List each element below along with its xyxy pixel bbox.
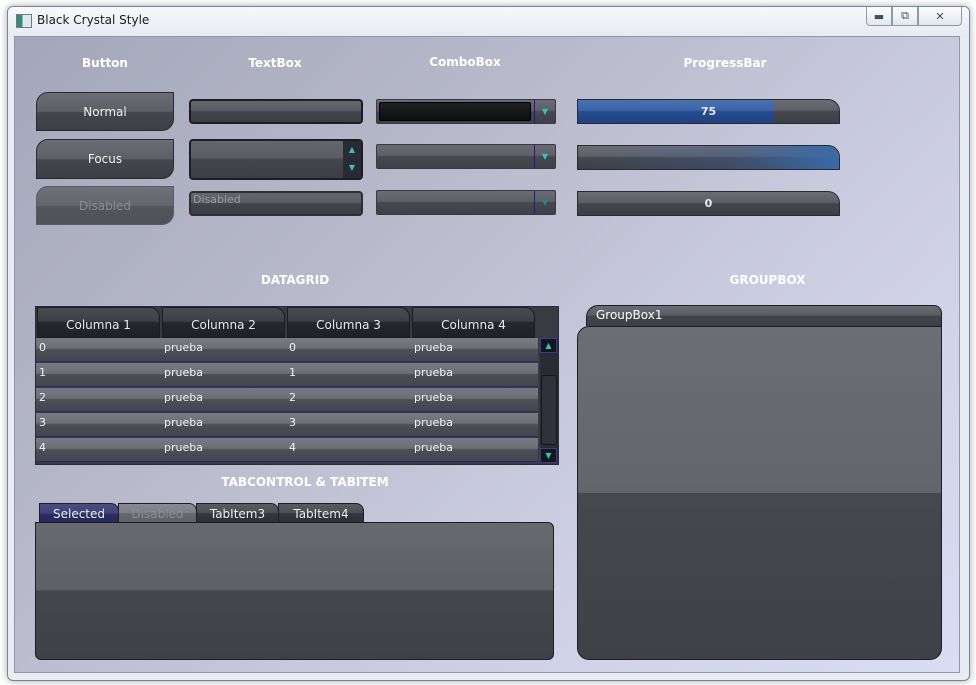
scroll-thumb[interactable] [541, 375, 557, 445]
disabled-textbox: Disabled [189, 191, 363, 216]
table-cell: prueba [414, 441, 453, 454]
groupbox-title: GroupBox1 [596, 308, 663, 322]
table-cell: prueba [414, 366, 453, 379]
minimize-icon: ▬ [873, 9, 885, 23]
spin-up-icon[interactable]: ▲ [343, 141, 361, 159]
table-cell: 2 [39, 391, 46, 404]
column-header[interactable]: Columna 3 [287, 307, 410, 338]
table-row[interactable]: 1 prueba 1 prueba [36, 363, 538, 387]
datagrid-header: DATAGRID [260, 273, 330, 287]
spin-down-icon[interactable]: ▼ [343, 159, 361, 177]
combobox-focused[interactable]: ▼ [376, 99, 556, 124]
disabled-button: Disabled [36, 186, 174, 225]
table-cell: 4 [39, 441, 46, 454]
progressbar-75: 75 [577, 99, 840, 124]
title-bar[interactable]: Black Crystal Style ▬ ⧉ ✕ [8, 7, 969, 37]
normal-button[interactable]: Normal [36, 92, 174, 131]
caption-buttons: ▬ ⧉ ✕ [866, 7, 962, 27]
progress-value-label: 75 [700, 105, 717, 118]
combobox-normal[interactable]: ▼ [376, 144, 556, 169]
close-icon: ✕ [935, 9, 945, 23]
chevron-down-icon[interactable]: ▼ [534, 145, 555, 168]
datagrid: Columna 1 Columna 2 Columna 3 Columna 4 … [35, 306, 559, 465]
table-cell: prueba [164, 391, 203, 404]
tab-tabitem4[interactable]: TabItem4 [278, 503, 364, 523]
progressbar-zero: 0 [577, 191, 840, 216]
vertical-scrollbar[interactable]: ▲ ▼ [540, 338, 558, 463]
table-cell: 3 [289, 416, 296, 429]
table-cell: prueba [414, 416, 453, 429]
table-row[interactable]: 0 prueba 0 prueba [36, 338, 538, 362]
window-title: Black Crystal Style [37, 13, 150, 27]
groupbox-title-bar: GroupBox1 [586, 305, 942, 326]
scroll-up-icon[interactable]: ▲ [540, 338, 557, 353]
groupbox-body [577, 326, 942, 660]
table-cell: 3 [39, 416, 46, 429]
maximize-button[interactable]: ⧉ [892, 7, 918, 26]
column-header[interactable]: Columna 1 [37, 307, 160, 338]
maximize-icon: ⧉ [901, 9, 909, 22]
textbox-header: TextBox [248, 56, 302, 70]
table-cell: 0 [39, 341, 46, 354]
chevron-down-icon: ▼ [534, 191, 555, 214]
table-cell: 4 [289, 441, 296, 454]
table-cell: 1 [289, 366, 296, 379]
column-header[interactable]: Columna 2 [162, 307, 285, 338]
table-cell: prueba [414, 391, 453, 404]
progress-value-label: 0 [704, 197, 713, 210]
combobox-disabled: ▼ [376, 190, 556, 215]
table-row[interactable]: 3 prueba 3 prueba [36, 413, 538, 437]
client-area: Button TextBox ComboBox ProgressBar Norm… [14, 36, 960, 673]
tab-tabitem3[interactable]: TabItem3 [196, 503, 279, 523]
focused-textbox[interactable]: ▲ ▼ [189, 139, 363, 180]
tab-panel [35, 522, 554, 660]
chevron-down-icon[interactable]: ▼ [534, 100, 555, 123]
table-cell: 0 [289, 341, 296, 354]
scroll-down-icon[interactable]: ▼ [540, 448, 557, 463]
tab-selected[interactable]: Selected [39, 503, 119, 523]
table-cell: prueba [164, 341, 203, 354]
table-row[interactable]: 2 prueba 2 prueba [36, 388, 538, 412]
progress-fill [578, 146, 839, 169]
table-cell: prueba [164, 441, 203, 454]
table-cell: prueba [414, 341, 453, 354]
normal-textbox[interactable] [189, 99, 363, 124]
table-cell: prueba [164, 366, 203, 379]
focus-button[interactable]: Focus [36, 139, 174, 179]
table-cell: 1 [39, 366, 46, 379]
minimize-button[interactable]: ▬ [866, 7, 892, 26]
column-header[interactable]: Columna 4 [412, 307, 535, 338]
combobox-edit-area[interactable] [379, 102, 531, 121]
app-window: Black Crystal Style ▬ ⧉ ✕ Button TextBox… [7, 6, 970, 681]
progressbar-indeterminate [577, 145, 840, 170]
button-header: Button [82, 56, 128, 70]
table-cell: 2 [289, 391, 296, 404]
textbox-spinner: ▲ ▼ [343, 141, 361, 178]
disabled-textbox-text: Disabled [193, 193, 241, 206]
progressbar-header: ProgressBar [683, 56, 767, 70]
groupbox-header: GROUPBOX [729, 273, 806, 287]
app-icon [16, 14, 32, 28]
close-button[interactable]: ✕ [918, 7, 962, 26]
table-cell: prueba [164, 416, 203, 429]
table-row[interactable]: 4 prueba 4 prueba [36, 438, 538, 462]
tabcontrol-header: TABCONTROL & TABITEM [221, 475, 389, 489]
combobox-header: ComboBox [429, 55, 501, 69]
tab-disabled: Disabled [118, 503, 197, 523]
